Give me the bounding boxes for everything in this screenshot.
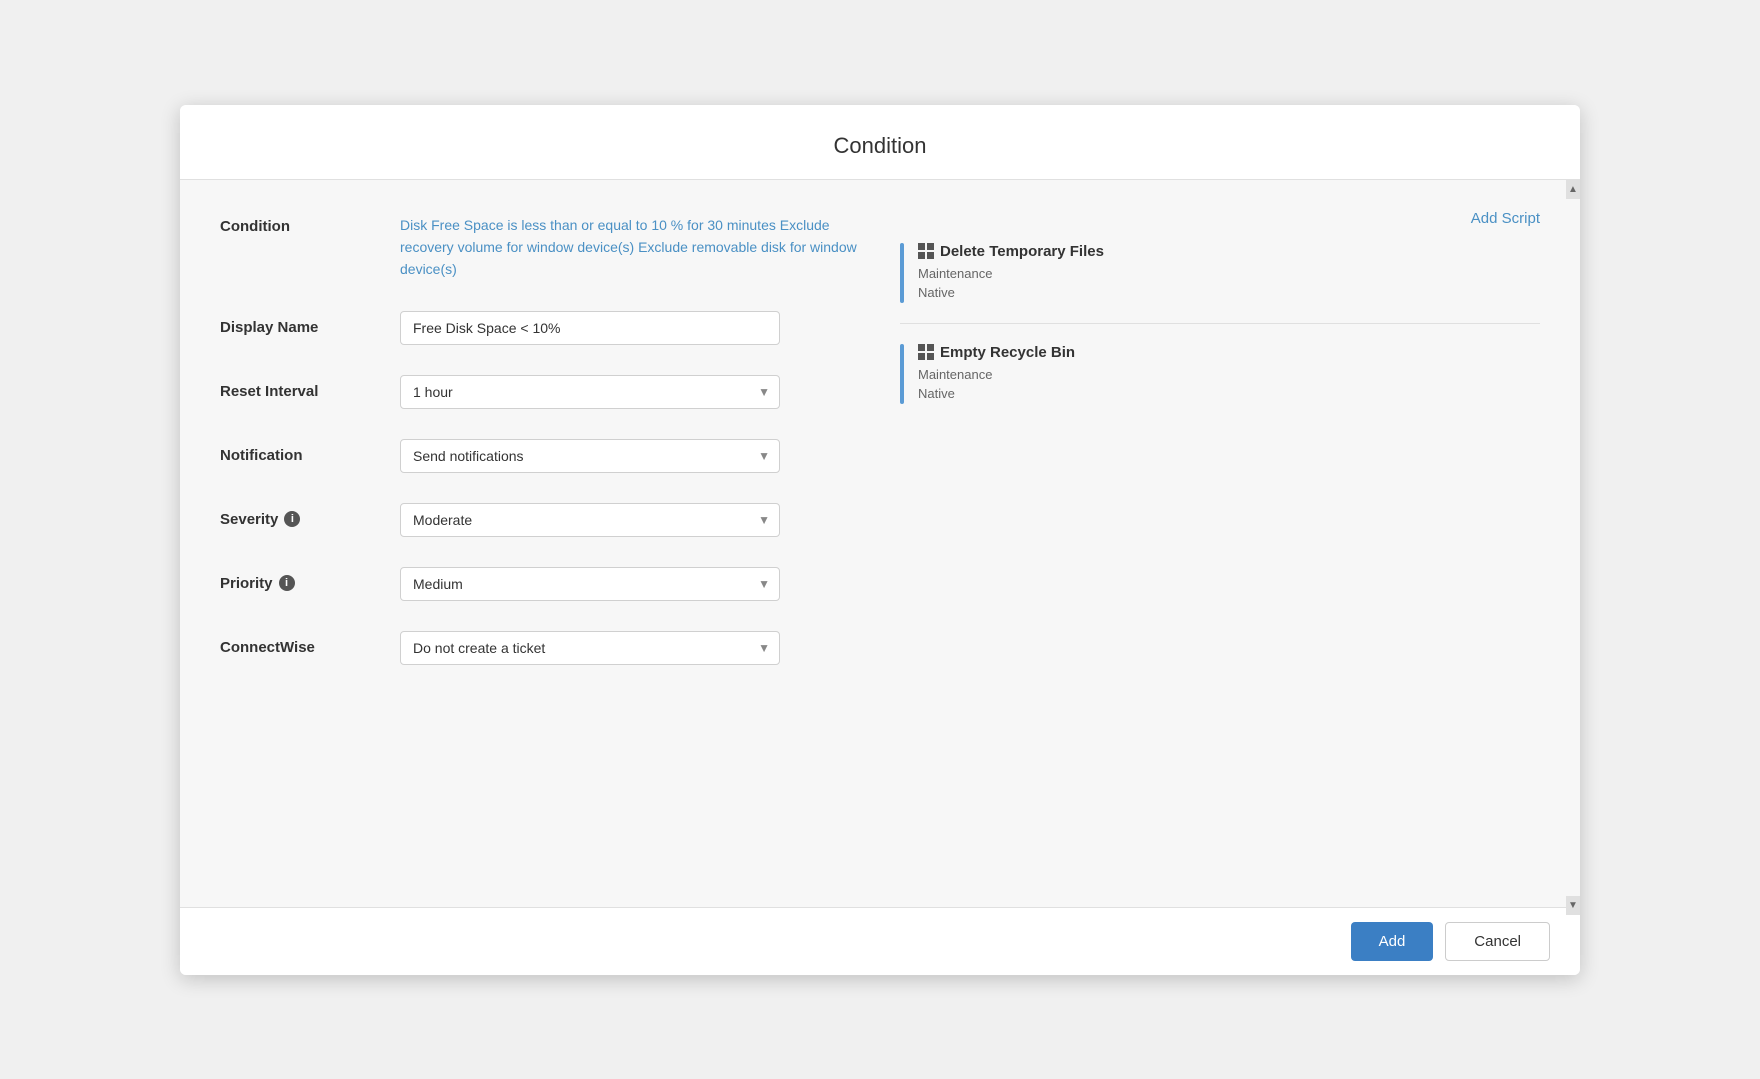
condition-text: Disk Free Space is less than or equal to…	[400, 210, 860, 281]
condition-row: Condition Disk Free Space is less than o…	[220, 210, 860, 281]
severity-info-icon[interactable]: i	[284, 511, 300, 527]
scroll-down-indicator[interactable]: ▼	[1566, 896, 1580, 915]
display-name-row: Display Name	[220, 311, 860, 345]
priority-select[interactable]: Low Medium High	[400, 567, 780, 601]
reset-interval-label: Reset Interval	[220, 375, 380, 400]
scripts-section: Add Script Delete Temporary Files	[900, 210, 1540, 695]
script-category: Maintenance Native	[918, 264, 1540, 303]
reset-interval-row: Reset Interval 1 hour 2 hours 4 hours 8 …	[220, 375, 860, 409]
script-name: Empty Recycle Bin	[918, 344, 1540, 361]
priority-select-wrapper: Low Medium High ▼	[400, 567, 780, 601]
connectwise-label: ConnectWise	[220, 631, 380, 656]
priority-info-icon[interactable]: i	[279, 575, 295, 591]
script-name: Delete Temporary Files	[918, 243, 1540, 260]
modal-title: Condition	[200, 133, 1560, 159]
connectwise-select[interactable]: Do not create a ticket Create a ticket	[400, 631, 780, 665]
modal-body: Condition Disk Free Space is less than o…	[180, 180, 1580, 907]
reset-interval-select[interactable]: 1 hour 2 hours 4 hours 8 hours 24 hours	[400, 375, 780, 409]
connectwise-row: ConnectWise Do not create a ticket Creat…	[220, 631, 860, 665]
content-area: Condition Disk Free Space is less than o…	[220, 210, 1540, 695]
add-script-link[interactable]: Add Script	[900, 210, 1540, 227]
notification-row: Notification Send notifications No notif…	[220, 439, 860, 473]
windows-icon	[918, 344, 934, 360]
notification-select-wrapper: Send notifications No notifications ▼	[400, 439, 780, 473]
connectwise-select-wrapper: Do not create a ticket Create a ticket ▼	[400, 631, 780, 665]
severity-select[interactable]: Low Moderate High Critical	[400, 503, 780, 537]
priority-row: Priority i Low Medium High ▼	[220, 567, 860, 601]
script-item: Empty Recycle Bin Maintenance Native	[900, 344, 1540, 424]
display-name-input[interactable]	[400, 311, 780, 345]
display-name-label: Display Name	[220, 311, 380, 336]
severity-row: Severity i Low Moderate High Critical ▼	[220, 503, 860, 537]
severity-select-wrapper: Low Moderate High Critical ▼	[400, 503, 780, 537]
cancel-button[interactable]: Cancel	[1445, 922, 1550, 961]
notification-select[interactable]: Send notifications No notifications	[400, 439, 780, 473]
modal-footer: Add Cancel	[180, 907, 1580, 975]
notification-label: Notification	[220, 439, 380, 464]
modal: Condition ▲ Condition Disk Free Space is…	[180, 105, 1580, 975]
add-button[interactable]: Add	[1351, 922, 1434, 961]
scroll-up-indicator[interactable]: ▲	[1566, 180, 1580, 199]
condition-label: Condition	[220, 210, 380, 235]
script-category: Maintenance Native	[918, 365, 1540, 404]
windows-icon	[918, 243, 934, 259]
reset-interval-select-wrapper: 1 hour 2 hours 4 hours 8 hours 24 hours …	[400, 375, 780, 409]
script-info: Delete Temporary Files Maintenance Nativ…	[918, 243, 1540, 303]
form-section: Condition Disk Free Space is less than o…	[220, 210, 860, 695]
severity-label: Severity i	[220, 503, 380, 528]
script-accent-bar	[900, 344, 904, 404]
script-item: Delete Temporary Files Maintenance Nativ…	[900, 243, 1540, 324]
script-accent-bar	[900, 243, 904, 303]
priority-label: Priority i	[220, 567, 380, 592]
script-info: Empty Recycle Bin Maintenance Native	[918, 344, 1540, 404]
modal-header: Condition	[180, 105, 1580, 180]
